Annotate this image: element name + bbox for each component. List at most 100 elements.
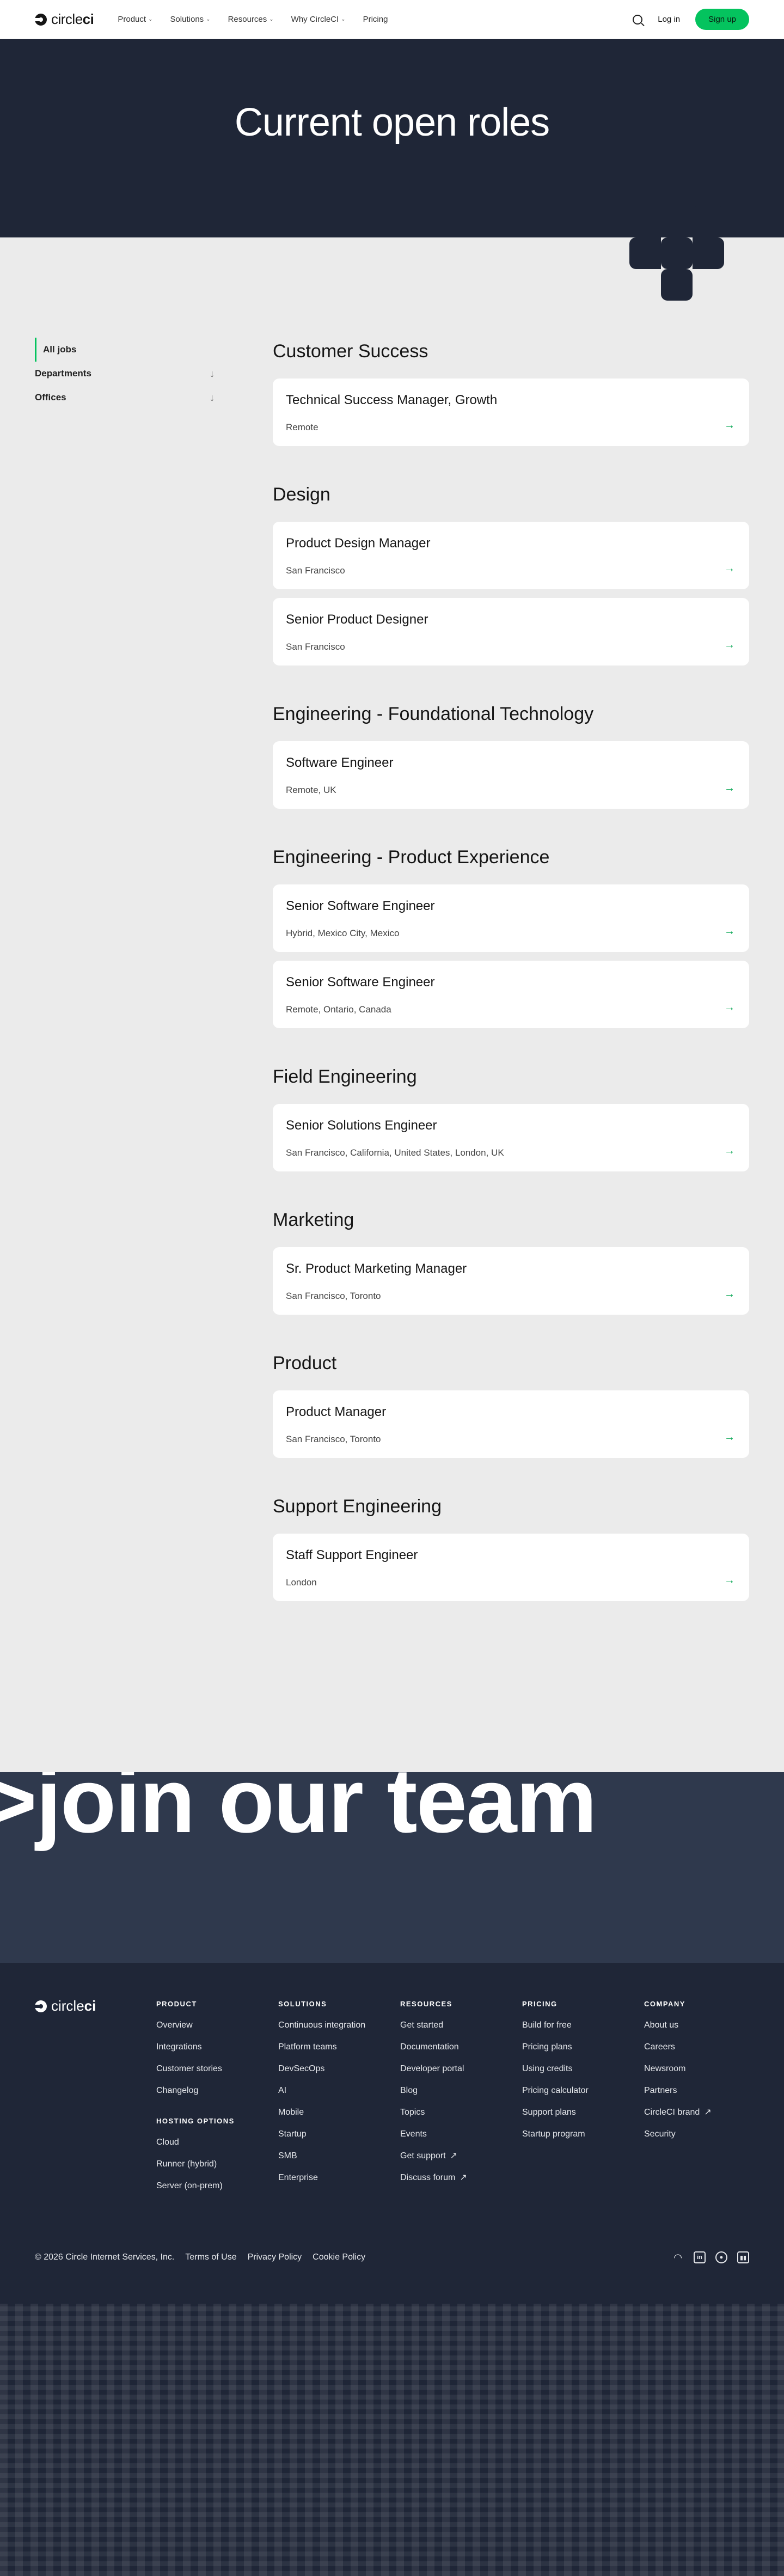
- footer-link[interactable]: Changelog: [156, 2085, 278, 2107]
- footer-heading: RESOURCES: [400, 2000, 452, 2008]
- top-nav: circle ci Product ⌄ Solutions ⌄ Resources ⌄ …: [0, 0, 784, 39]
- job-title: Product Design Manager: [286, 536, 431, 551]
- footer-heading: SOLUTIONS: [278, 2000, 327, 2008]
- arrow-down-icon: ↓: [210, 392, 215, 403]
- footer-logo[interactable]: circle ci: [35, 1998, 96, 2015]
- footer-link[interactable]: Build for free: [522, 2020, 644, 2042]
- nav-product[interactable]: Product ⌄: [118, 15, 152, 24]
- footer-link[interactable]: Startup: [278, 2129, 400, 2151]
- footer-link-external[interactable]: Discuss forum ↗: [400, 2172, 522, 2194]
- job-card[interactable]: Software Engineer Remote, UK →: [273, 741, 749, 809]
- search-icon[interactable]: [633, 14, 643, 25]
- arrow-right-icon: →: [724, 563, 735, 575]
- logo-prefix: circle: [51, 11, 83, 27]
- footer-link[interactable]: Enterprise: [278, 2172, 400, 2194]
- footer-link[interactable]: Support plans: [522, 2107, 644, 2129]
- job-title: Senior Software Engineer: [286, 975, 435, 990]
- footer-link[interactable]: Continuous integration: [278, 2020, 400, 2042]
- footer-link[interactable]: AI: [278, 2085, 400, 2107]
- nav-resources[interactable]: Resources ⌄: [228, 15, 274, 24]
- signup-button[interactable]: Sign up: [695, 9, 749, 30]
- nav-pricing[interactable]: Pricing: [363, 15, 388, 24]
- footer-link[interactable]: Partners: [644, 2085, 766, 2107]
- job-filters: All jobs Departments ↓ Offices ↓: [35, 338, 215, 410]
- footer-link[interactable]: Pricing plans: [522, 2042, 644, 2064]
- cookie-link[interactable]: Cookie Policy: [313, 2253, 365, 2262]
- chevron-down-icon: ⌄: [206, 16, 211, 22]
- job-location: San Francisco, California, United States…: [286, 1147, 504, 1158]
- privacy-link[interactable]: Privacy Policy: [248, 2253, 302, 2262]
- job-list: Customer Success Technical Success Manag…: [273, 341, 749, 1601]
- footer-link[interactable]: Documentation: [400, 2042, 522, 2064]
- footer-link[interactable]: Platform teams: [278, 2042, 400, 2064]
- filter-offices[interactable]: Offices ↓: [35, 386, 215, 410]
- footer-link[interactable]: About us: [644, 2020, 766, 2042]
- nav-why-circleci[interactable]: Why CircleCI ⌄: [291, 15, 346, 24]
- job-location: Remote, Ontario, Canada: [286, 1004, 391, 1015]
- job-title: Software Engineer: [286, 755, 394, 770]
- filter-all-jobs[interactable]: All jobs: [35, 338, 215, 362]
- footer-link[interactable]: Newsroom: [644, 2064, 766, 2085]
- arrow-right-icon: →: [724, 782, 735, 794]
- circleci-logo[interactable]: circle ci: [35, 11, 94, 28]
- footer-link[interactable]: Startup program: [522, 2129, 644, 2151]
- department-section: Customer Success Technical Success Manag…: [273, 341, 749, 446]
- department-section: Engineering - Foundational Technology So…: [273, 704, 749, 809]
- department-heading: Design: [273, 484, 330, 505]
- footer-link[interactable]: Mobile: [278, 2107, 400, 2129]
- job-card[interactable]: Senior Software Engineer Remote, Ontario,…: [273, 961, 749, 1028]
- job-card[interactable]: Senior Product Designer San Francisco →: [273, 598, 749, 666]
- join-banner: >join our team: [0, 1772, 784, 1963]
- arrow-right-icon: →: [724, 419, 735, 431]
- footer-link-external[interactable]: CircleCI brand ↗: [644, 2107, 766, 2129]
- job-card[interactable]: Senior Solutions Engineer San Francisco, …: [273, 1104, 749, 1171]
- footer-link[interactable]: Events: [400, 2129, 522, 2151]
- footer-link[interactable]: Overview: [156, 2020, 278, 2042]
- job-card[interactable]: Senior Software Engineer Hybrid, Mexico C…: [273, 884, 749, 952]
- department-heading: Engineering - Foundational Technology: [273, 704, 594, 724]
- footer-heading: PRICING: [522, 2000, 558, 2008]
- job-location: London: [286, 1577, 317, 1588]
- job-card[interactable]: Technical Success Manager, Growth Remote →: [273, 379, 749, 446]
- job-location: Remote, UK: [286, 785, 336, 795]
- footer-link[interactable]: Careers: [644, 2042, 766, 2064]
- rss-icon[interactable]: ◠: [672, 2251, 684, 2263]
- footer-link[interactable]: Topics: [400, 2107, 522, 2129]
- job-title: Senior Software Engineer: [286, 899, 435, 913]
- job-card[interactable]: Sr. Product Marketing Manager San Francis…: [273, 1247, 749, 1315]
- footer-link[interactable]: Server (on-prem): [156, 2181, 278, 2202]
- arrow-right-icon: →: [724, 1002, 735, 1014]
- footer-columns: PRODUCT Overview Integrations Customer s…: [156, 2000, 766, 2202]
- footer-link[interactable]: Pricing calculator: [522, 2085, 644, 2107]
- nav-solutions[interactable]: Solutions ⌄: [170, 15, 210, 24]
- footer-link[interactable]: Security: [644, 2129, 766, 2151]
- job-location: San Francisco: [286, 565, 345, 576]
- footer-link[interactable]: Developer portal: [400, 2064, 522, 2085]
- job-card[interactable]: Product Manager San Francisco, Toronto →: [273, 1390, 749, 1458]
- job-location: San Francisco, Toronto: [286, 1291, 381, 1301]
- job-card[interactable]: Staff Support Engineer London →: [273, 1534, 749, 1601]
- terms-link[interactable]: Terms of Use: [185, 2253, 236, 2262]
- footer-link[interactable]: Customer stories: [156, 2064, 278, 2085]
- linkedin-icon[interactable]: in: [694, 2251, 706, 2263]
- github-icon[interactable]: ●: [715, 2251, 727, 2263]
- footer-link[interactable]: Using credits: [522, 2064, 644, 2085]
- page-title: Current open roles: [234, 101, 550, 144]
- external-link-icon: ↗: [704, 2108, 712, 2117]
- login-link[interactable]: Log in: [658, 15, 680, 24]
- footer-link[interactable]: Integrations: [156, 2042, 278, 2064]
- department-section: Support Engineering Staff Support Engine…: [273, 1496, 749, 1601]
- footer-link[interactable]: Get started: [400, 2020, 522, 2042]
- footer-link[interactable]: SMB: [278, 2151, 400, 2172]
- footer-link[interactable]: Cloud: [156, 2137, 278, 2159]
- job-title: Senior Solutions Engineer: [286, 1118, 437, 1133]
- filter-departments[interactable]: Departments ↓: [35, 362, 215, 386]
- twitch-icon[interactable]: ▮▮: [737, 2251, 749, 2263]
- footer-link[interactable]: Blog: [400, 2085, 522, 2107]
- hero: Current open roles: [0, 39, 784, 301]
- footer-link[interactable]: DevSecOps: [278, 2064, 400, 2085]
- job-card[interactable]: Product Design Manager San Francisco →: [273, 522, 749, 589]
- footer-link-external[interactable]: Get support ↗: [400, 2151, 522, 2172]
- footer-link[interactable]: Runner (hybrid): [156, 2159, 278, 2181]
- circleci-logo-icon: [35, 2000, 47, 2012]
